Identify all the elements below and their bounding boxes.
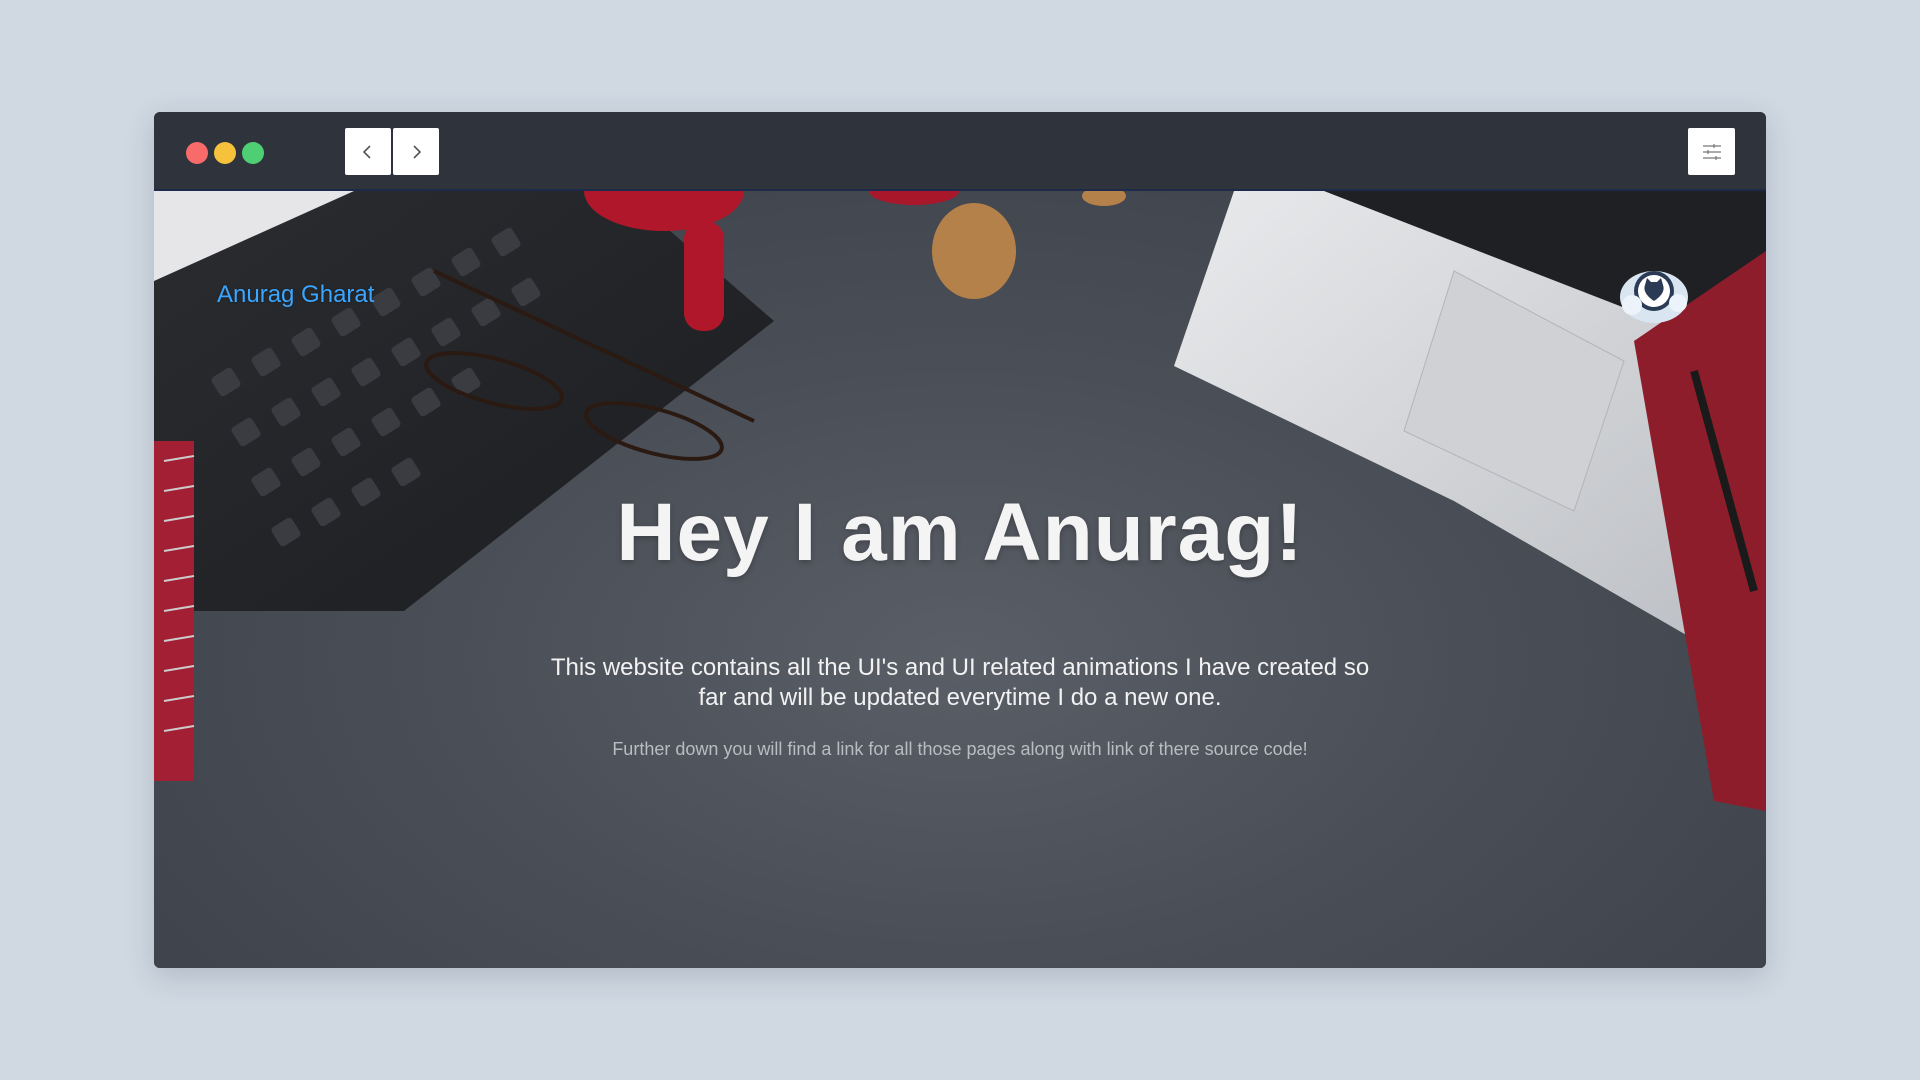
browser-window: Anurag Gharat Hey I am Anurag! This webs… <box>154 112 1766 968</box>
title-bar <box>154 112 1766 191</box>
forward-button[interactable] <box>393 128 439 175</box>
hero-heading: Hey I am Anurag! <box>616 487 1304 578</box>
minimize-window-button[interactable] <box>214 142 236 164</box>
close-window-button[interactable] <box>186 142 208 164</box>
hero-subtext: Further down you will find a link for al… <box>612 739 1308 759</box>
hero-section: Anurag Gharat Hey I am Anurag! This webs… <box>154 191 1766 968</box>
github-octocat-icon[interactable] <box>1616 261 1692 327</box>
chevron-left-icon <box>362 144 371 159</box>
sliders-icon <box>1702 143 1721 160</box>
maximize-window-button[interactable] <box>242 142 264 164</box>
brand-link[interactable]: Anurag Gharat <box>217 281 374 309</box>
hero-description: This website contains all the UI's and U… <box>550 654 1370 711</box>
settings-button[interactable] <box>1688 128 1735 175</box>
back-button[interactable] <box>345 128 391 175</box>
chevron-right-icon <box>413 144 422 159</box>
